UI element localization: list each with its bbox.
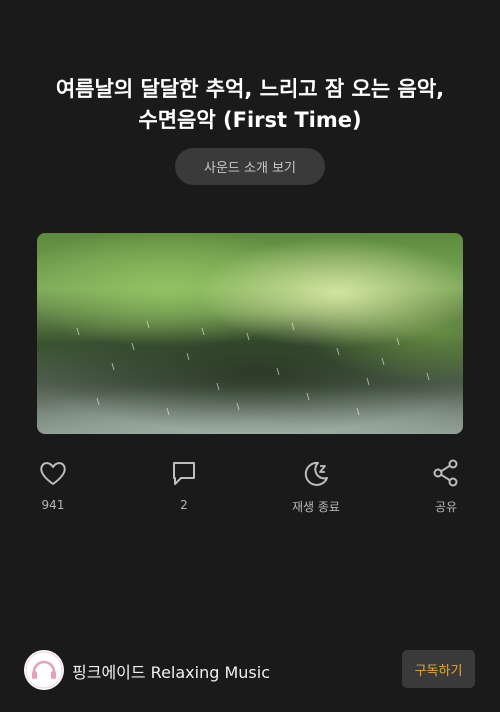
comment-action[interactable]: 2 — [134, 458, 234, 518]
rain-overlay — [76, 320, 430, 416]
moon-sleep-icon — [304, 461, 328, 486]
share-label: 공유 — [434, 500, 458, 514]
video-title-line-2: 수면음악 (First Time) — [138, 108, 362, 132]
video-title: 여름날의 달달한 추억, 느리고 잠 오는 음악, 수면음악 (First Ti… — [20, 74, 480, 136]
like-count: 941 — [41, 498, 65, 512]
action-bar: 941 2 재생 종료 공유 — [0, 458, 500, 518]
comment-count: 2 — [180, 498, 188, 512]
comment-icon — [173, 462, 195, 485]
heart-icon — [40, 462, 66, 485]
video-title-line-1: 여름날의 달달한 추억, 느리고 잠 오는 음악, — [55, 77, 445, 101]
like-action[interactable]: 941 — [3, 458, 103, 518]
channel-avatar[interactable] — [24, 650, 64, 690]
share-icon — [433, 459, 458, 487]
sound-intro-button[interactable]: 사운드 소개 보기 — [175, 148, 325, 185]
sleep-timer-label: 재생 종료 — [292, 500, 340, 514]
headphones-logo-icon — [25, 651, 63, 689]
channel-name[interactable]: 핑크에이드 Relaxing Music — [72, 659, 270, 683]
sleep-timer-action[interactable]: 재생 종료 — [266, 458, 366, 518]
share-action[interactable]: 공유 — [396, 458, 496, 518]
video-thumbnail[interactable] — [37, 233, 463, 434]
subscribe-button[interactable]: 구독하기 — [402, 650, 475, 688]
channel-bar: 핑크에이드 Relaxing Music 구독하기 — [0, 648, 500, 692]
